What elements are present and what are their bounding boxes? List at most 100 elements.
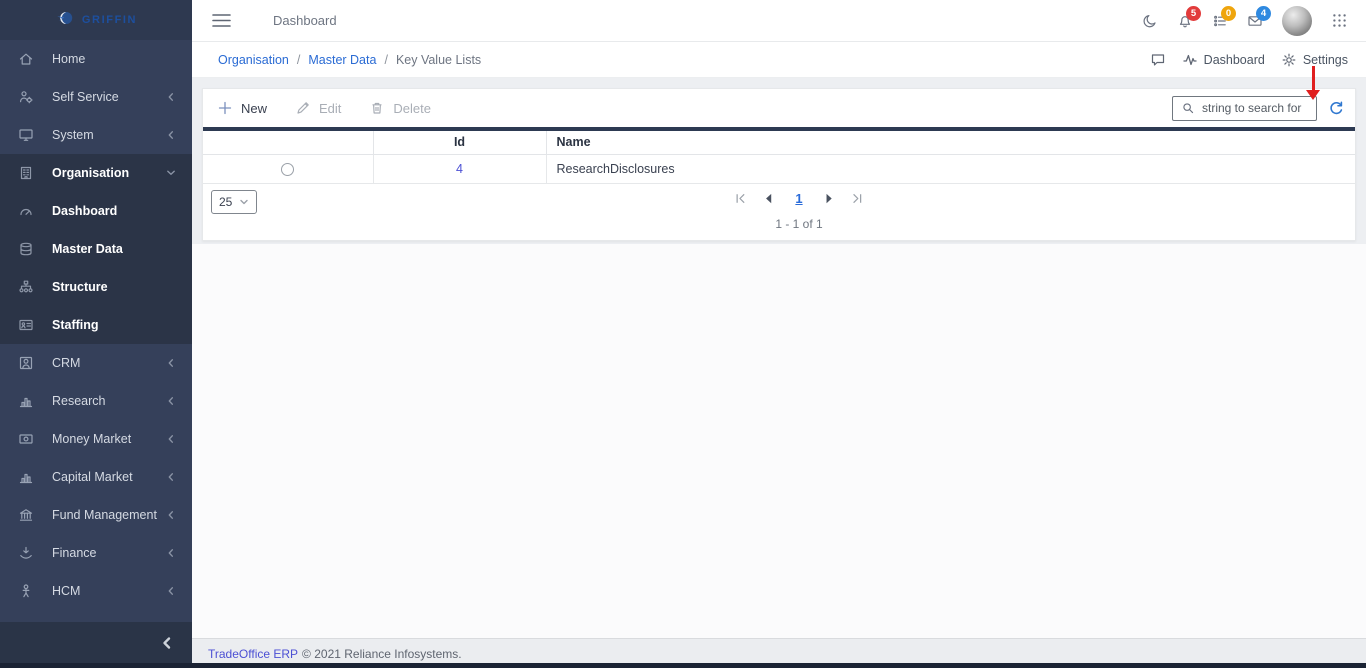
new-button[interactable]: New [217, 100, 267, 116]
breadcrumb-item-key-value-lists: Key Value Lists [395, 52, 482, 67]
delete-button[interactable]: Delete [369, 100, 431, 116]
trash-icon [369, 100, 385, 116]
sidebar-item-label: Home [52, 52, 86, 66]
search-box [1172, 95, 1317, 121]
topbar-actions: 5 0 4 [1142, 5, 1348, 36]
page-size-value: 25 [219, 194, 233, 209]
money-market-icon [18, 431, 34, 447]
pencil-icon [295, 100, 311, 116]
sidebar-item-capital-market[interactable]: Capital Market [0, 458, 192, 496]
row-select-radio[interactable] [281, 162, 295, 176]
content-area: New Edit Delete string to search for Id … [192, 78, 1366, 638]
sidebar: GRIFFIN Home Self Service System Organisati… [0, 0, 192, 668]
row-name-cell: ResearchDisclosures [546, 154, 1355, 184]
dashboard-link[interactable]: Dashboard [1182, 52, 1265, 68]
breadcrumb-item-master-data[interactable]: Master Data [308, 53, 376, 67]
sidebar-item-research[interactable]: Research [0, 382, 192, 420]
gear-icon [1281, 52, 1297, 68]
refresh-icon[interactable] [1328, 100, 1345, 117]
sidebar-item-staffing[interactable]: Staffing [0, 306, 192, 344]
chevron-left-icon [166, 130, 176, 140]
page-title: Dashboard [273, 13, 337, 28]
delete-button-label: Delete [393, 100, 431, 116]
table-row[interactable]: 4 ResearchDisclosures [203, 154, 1355, 184]
sidebar-item-finance[interactable]: Finance [0, 534, 192, 572]
top-bar: Dashboard 5 0 4 [192, 0, 1366, 42]
finance-icon [18, 545, 34, 561]
messages-mail-icon[interactable]: 4 [1247, 5, 1271, 29]
search-icon [1181, 101, 1195, 115]
sidebar-item-label: Dashboard [52, 204, 118, 218]
chevron-left-icon [166, 434, 176, 444]
name-column-header[interactable]: Name [546, 129, 1355, 155]
next-page-button[interactable] [822, 191, 837, 206]
sidebar-item-system[interactable]: System [0, 116, 192, 154]
sidebar-item-self-service[interactable]: Self Service [0, 78, 192, 116]
notifications-bell-icon[interactable]: 5 [1177, 5, 1201, 29]
sidebar-item-structure[interactable]: Structure [0, 268, 192, 306]
chevron-left-icon [166, 548, 176, 558]
chevron-down-icon [239, 197, 249, 207]
brand-name: GRIFFIN [81, 14, 138, 26]
sidebar-item-master-data[interactable]: Master Data [0, 230, 192, 268]
dark-mode-moon-icon[interactable] [1142, 13, 1158, 29]
breadcrumb: Organisation / Master Data / Key Value Lists [218, 53, 481, 67]
structure-icon [18, 279, 34, 295]
breadcrumb-separator: / [296, 52, 301, 67]
sidebar-item-dashboard[interactable]: Dashboard [0, 192, 192, 230]
sidebar-item-label: Fund Management [52, 508, 157, 522]
sidebar-item-money-market[interactable]: Money Market [0, 420, 192, 458]
chevron-left-icon [166, 92, 176, 102]
self-service-icon [18, 89, 34, 105]
sidebar-item-label: Organisation [52, 166, 130, 180]
sidebar-item-label: Capital Market [52, 470, 133, 484]
breadcrumb-separator: / [384, 52, 388, 67]
brand-logo[interactable]: GRIFFIN [0, 0, 192, 40]
page-size-select[interactable]: 25 [211, 189, 258, 214]
edit-button[interactable]: Edit [295, 100, 341, 116]
sidebar-item-label: Staffing [52, 318, 99, 332]
tasks-list-icon[interactable]: 0 [1212, 5, 1236, 29]
sidebar-item-crm[interactable]: CRM [0, 344, 192, 382]
sidebar-item-label: Research [52, 394, 106, 408]
current-page[interactable]: 1 [795, 191, 802, 206]
crm-icon [18, 355, 34, 371]
home-icon [18, 51, 34, 67]
search-input[interactable] [1202, 101, 1308, 115]
master-data-icon [18, 241, 34, 257]
chevron-left-icon [166, 510, 176, 520]
first-page-button[interactable] [733, 191, 748, 206]
last-page-button[interactable] [850, 191, 865, 206]
sidebar-item-label: Finance [52, 546, 97, 560]
sidebar-item-label: System [52, 128, 94, 142]
chevron-left-icon [166, 586, 176, 596]
select-column-header [203, 129, 374, 155]
sidebar-item-label: HCM [52, 584, 81, 598]
pagination-area: 25 1 1 - 1 of 1 [203, 184, 1355, 240]
app-grid-icon[interactable] [1331, 12, 1348, 29]
comment-button[interactable] [1150, 52, 1166, 68]
user-avatar[interactable] [1282, 5, 1312, 36]
window-bottom-strip [0, 663, 1366, 668]
breadcrumb-item-organisation[interactable]: Organisation [218, 53, 289, 67]
tasks-list-badge: 0 [1221, 5, 1236, 21]
sidebar-item-fund-management[interactable]: Fund Management [0, 496, 192, 534]
row-id-link[interactable]: 4 [456, 162, 463, 176]
sidebar-collapse-toggle[interactable] [0, 622, 192, 668]
sidebar-item-organisation[interactable]: Organisation [0, 154, 192, 192]
previous-page-button[interactable] [761, 191, 776, 206]
chevron-left-icon [166, 472, 176, 482]
sidebar-item-home[interactable]: Home [0, 40, 192, 78]
menu-toggle-icon[interactable] [212, 13, 231, 28]
id-column-header[interactable]: Id [373, 129, 547, 155]
sidebar-item-label: Master Data [52, 242, 123, 256]
sidebar-nav: Home Self Service System Organisation Dashbo… [0, 40, 192, 610]
organisation-icon [18, 165, 34, 181]
tradeoffice-erp-link[interactable]: TradeOffice ERP [208, 647, 298, 661]
dashboard-link-label: Dashboard [1203, 52, 1265, 67]
sidebar-item-hcm[interactable]: HCM [0, 572, 192, 610]
chevron-left-icon [166, 396, 176, 406]
footer-copyright: © 2021 Reliance Infosystems. [302, 646, 462, 661]
new-button-label: New [241, 100, 268, 116]
sidebar-item-label: CRM [52, 356, 81, 370]
